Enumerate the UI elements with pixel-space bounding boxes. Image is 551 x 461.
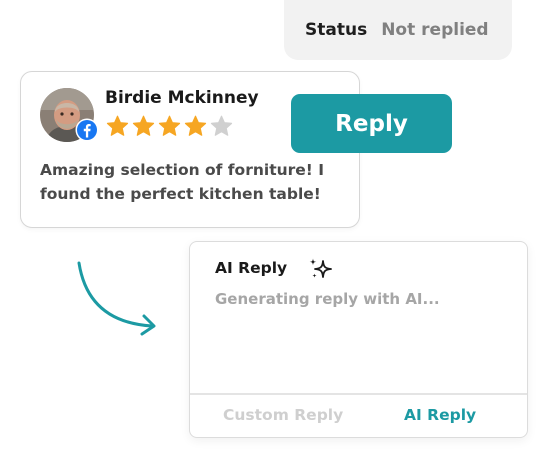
star-icon [158, 115, 181, 136]
reply-button[interactable]: Reply [291, 94, 452, 153]
ai-panel-title: AI Reply [215, 259, 288, 277]
star-icon [184, 115, 207, 136]
ai-reply-panel: AI Reply Generating reply with AI... Cus… [189, 241, 528, 438]
ai-generating-status: Generating reply with AI... [215, 290, 440, 308]
star-icon [132, 115, 155, 136]
status-indicator: Status Not replied [284, 0, 512, 60]
tab-ai-reply[interactable]: AI Reply [404, 406, 476, 424]
star-icon [106, 115, 129, 136]
reviewer-name: Birdie Mckinney [105, 88, 259, 108]
star-rating [105, 114, 234, 138]
review-text: Amazing selection of forniture! I found … [40, 161, 325, 203]
facebook-icon [75, 118, 99, 142]
divider [190, 393, 527, 395]
star-empty-icon [210, 115, 233, 136]
sparkle-icon [309, 258, 332, 278]
status-value: Not replied [381, 20, 489, 40]
curved-arrow-icon [77, 261, 156, 336]
tab-custom-reply[interactable]: Custom Reply [223, 406, 343, 424]
status-label: Status [305, 20, 368, 40]
